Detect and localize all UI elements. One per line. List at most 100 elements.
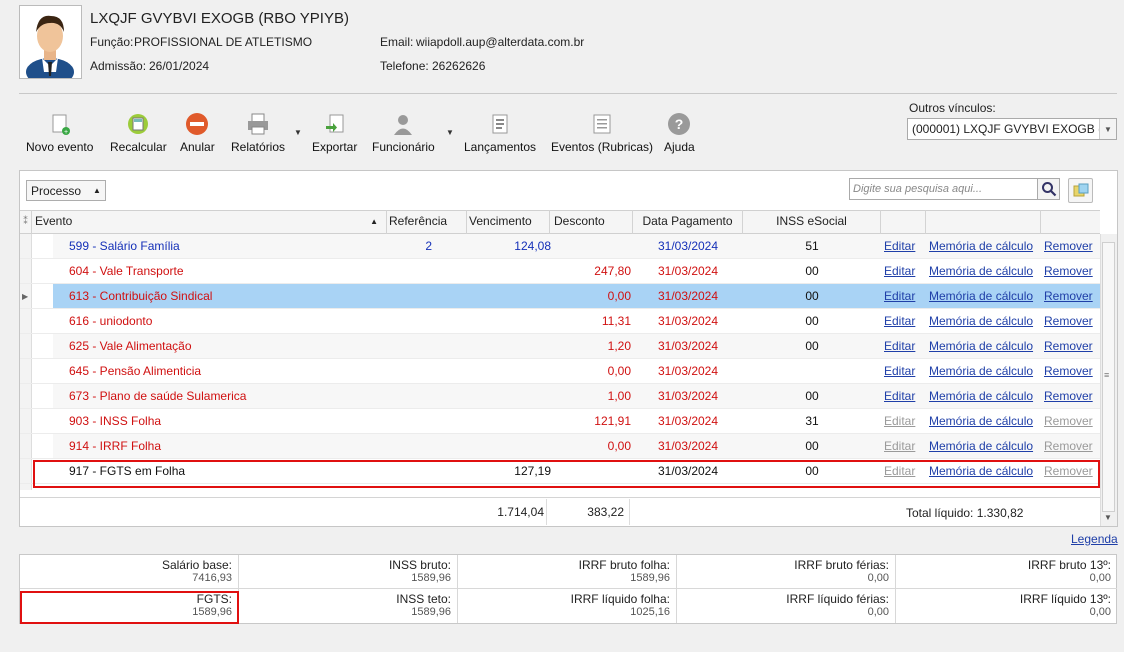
cell-referencia bbox=[387, 309, 432, 334]
editar-link[interactable]: Editar bbox=[884, 334, 915, 359]
remover-link[interactable]: Remover bbox=[1044, 334, 1093, 359]
chevron-down-icon[interactable]: ▼ bbox=[1099, 119, 1116, 139]
cell-desconto bbox=[550, 234, 631, 259]
memoria-calculo-link[interactable]: Memória de cálculo bbox=[929, 384, 1033, 409]
col-header-desconto[interactable]: Desconto bbox=[550, 210, 633, 234]
email-value: wiiapdoll.aup@alterdata.com.br bbox=[416, 35, 585, 49]
editar-link[interactable]: Editar bbox=[884, 309, 915, 334]
remover-link[interactable]: Remover bbox=[1044, 434, 1093, 459]
employee-name: LXQJF GVYBVI EXOGB (RBO YPIYB) bbox=[90, 10, 349, 27]
table-row[interactable]: 616 - uniodonto 11,31 31/03/2024 00 Editar Me… bbox=[53, 309, 1100, 334]
cell-desconto: 1,00 bbox=[607, 389, 631, 403]
exportar-button[interactable]: Exportar bbox=[312, 112, 357, 160]
memoria-calculo-link[interactable]: Memória de cálculo bbox=[929, 234, 1033, 259]
cell-data-pagamento: 31/03/2024 bbox=[657, 264, 719, 278]
irrf-bruto-13-cell: IRRF bruto 13º: 0,00 bbox=[896, 555, 1117, 589]
remover-link[interactable]: Remover bbox=[1044, 309, 1093, 334]
editar-link[interactable]: Editar bbox=[884, 409, 915, 434]
processo-dropdown[interactable]: Processo ▲ bbox=[26, 180, 106, 201]
table-row[interactable]: 604 - Vale Transporte 247,80 31/03/2024 00 E… bbox=[53, 259, 1100, 284]
eventos-rubricas-button[interactable]: Eventos (Rubricas) bbox=[551, 112, 653, 160]
cell-evento: 914 - IRRF Folha bbox=[69, 439, 162, 453]
editar-link[interactable]: Editar bbox=[884, 434, 915, 459]
irrf-liquido-folha-cell: IRRF líquido folha: 1025,16 bbox=[458, 589, 677, 623]
cell-vencimento bbox=[467, 409, 551, 434]
filter-button[interactable] bbox=[1068, 178, 1093, 203]
recalculate-icon bbox=[128, 114, 149, 134]
relatorios-button[interactable]: Relatórios bbox=[231, 112, 285, 160]
printer-icon bbox=[248, 113, 269, 135]
cell-vencimento bbox=[467, 384, 551, 409]
table-row[interactable]: 645 - Pensão Alimenticia 0,00 31/03/2024 Ed… bbox=[53, 359, 1100, 384]
irrf-liquido-ferias-cell: IRRF líquido férias: 0,00 bbox=[677, 589, 896, 623]
cell-referencia bbox=[387, 334, 432, 359]
cell-data-pagamento: 31/03/2024 bbox=[657, 239, 719, 253]
cell-data-pagamento: 31/03/2024 bbox=[657, 414, 719, 428]
svg-text:+: + bbox=[64, 129, 68, 136]
row-indicator-header-icon: ⁑ bbox=[20, 210, 32, 234]
remover-link[interactable]: Remover bbox=[1044, 284, 1093, 309]
memoria-calculo-link[interactable]: Memória de cálculo bbox=[929, 334, 1033, 359]
editar-link[interactable]: Editar bbox=[884, 384, 915, 409]
editar-link[interactable]: Editar bbox=[884, 234, 915, 259]
col-header-data-pagamento[interactable]: Data Pagamento bbox=[633, 210, 743, 234]
cell-data-pagamento: 31/03/2024 bbox=[657, 314, 719, 328]
cell-evento: 625 - Vale Alimentação bbox=[69, 339, 192, 353]
remover-link[interactable]: Remover bbox=[1044, 234, 1093, 259]
memoria-calculo-link[interactable]: Memória de cálculo bbox=[929, 359, 1033, 384]
table-row[interactable]: 673 - Plano de saúde Sulamerica 1,00 31/03… bbox=[53, 384, 1100, 409]
cell-vencimento bbox=[467, 334, 551, 359]
cell-inss-esocial: 00 bbox=[805, 339, 819, 353]
memoria-calculo-link[interactable]: Memória de cálculo bbox=[929, 259, 1033, 284]
remover-link[interactable]: Remover bbox=[1044, 384, 1093, 409]
lancamentos-button[interactable]: Lançamentos bbox=[464, 112, 536, 160]
cell-inss-esocial: 00 bbox=[805, 439, 819, 453]
funcionario-button[interactable]: Funcionário bbox=[372, 112, 435, 160]
col-header-remover bbox=[1041, 210, 1100, 234]
cell-vencimento bbox=[467, 309, 551, 334]
table-row[interactable]: 599 - Salário Família 2 124,08 31/03/2024 51… bbox=[53, 234, 1100, 259]
cell-data-pagamento: 31/03/2024 bbox=[657, 364, 719, 378]
cell-inss-esocial: 00 bbox=[805, 289, 819, 303]
recalcular-button[interactable]: Recalcular bbox=[110, 112, 167, 160]
cell-evento: 616 - uniodonto bbox=[69, 314, 153, 328]
memoria-calculo-link[interactable]: Memória de cálculo bbox=[929, 309, 1033, 334]
inss-teto-cell: INSS teto: 1589,96 bbox=[239, 589, 458, 623]
editar-link[interactable]: Editar bbox=[884, 284, 915, 309]
list-document-icon bbox=[593, 114, 611, 134]
caret-up-icon: ▲ bbox=[93, 186, 101, 195]
memoria-calculo-link[interactable]: Memória de cálculo bbox=[929, 284, 1033, 309]
editar-link[interactable]: Editar bbox=[884, 259, 915, 284]
person-avatar-icon bbox=[26, 15, 74, 86]
col-header-evento[interactable]: Evento ▲ bbox=[32, 210, 387, 234]
table-row[interactable]: 903 - INSS Folha 121,91 31/03/2024 31 Editar… bbox=[53, 409, 1100, 434]
funcionario-dropdown-icon[interactable]: ▼ bbox=[446, 128, 454, 137]
table-row[interactable]: 914 - IRRF Folha 0,00 31/03/2024 00 Editar Me… bbox=[53, 434, 1100, 459]
memoria-calculo-link[interactable]: Memória de cálculo bbox=[929, 409, 1033, 434]
cell-evento: 903 - INSS Folha bbox=[69, 414, 162, 428]
col-header-referencia[interactable]: Referência bbox=[387, 210, 467, 234]
cell-desconto: 247,80 bbox=[594, 264, 631, 278]
col-header-inss-esocial[interactable]: INSS eSocial bbox=[743, 210, 881, 234]
outros-vinculos-select[interactable]: (000001) LXQJF GVYBVI EXOGB (RE ▼ bbox=[907, 118, 1117, 140]
search-button[interactable] bbox=[1037, 178, 1060, 200]
editar-link[interactable]: Editar bbox=[884, 359, 915, 384]
cell-vencimento bbox=[467, 284, 551, 309]
search-input[interactable]: Digite sua pesquisa aqui... bbox=[849, 178, 1038, 200]
col-header-vencimento[interactable]: Vencimento bbox=[467, 210, 550, 234]
memoria-calculo-link[interactable]: Memória de cálculo bbox=[929, 434, 1033, 459]
novo-evento-button[interactable]: + Novo evento bbox=[26, 112, 93, 160]
anular-button[interactable]: Anular bbox=[180, 112, 215, 160]
table-row[interactable]: 625 - Vale Alimentação 1,20 31/03/2024 00 Ed… bbox=[53, 334, 1100, 359]
table-row[interactable]: 613 - Contribuição Sindical 0,00 31/03/202… bbox=[53, 284, 1100, 309]
ajuda-button[interactable]: ? Ajuda bbox=[664, 112, 695, 160]
remover-link[interactable]: Remover bbox=[1044, 259, 1093, 284]
scroll-down-icon[interactable]: ▼ bbox=[1104, 513, 1112, 522]
remover-link[interactable]: Remover bbox=[1044, 409, 1093, 434]
row-indicator-column bbox=[20, 234, 32, 490]
remover-link[interactable]: Remover bbox=[1044, 359, 1093, 384]
svg-text:?: ? bbox=[675, 116, 684, 132]
legenda-link[interactable]: Legenda bbox=[1071, 532, 1118, 546]
relatorios-dropdown-icon[interactable]: ▼ bbox=[294, 128, 302, 137]
header-divider bbox=[19, 93, 1117, 94]
